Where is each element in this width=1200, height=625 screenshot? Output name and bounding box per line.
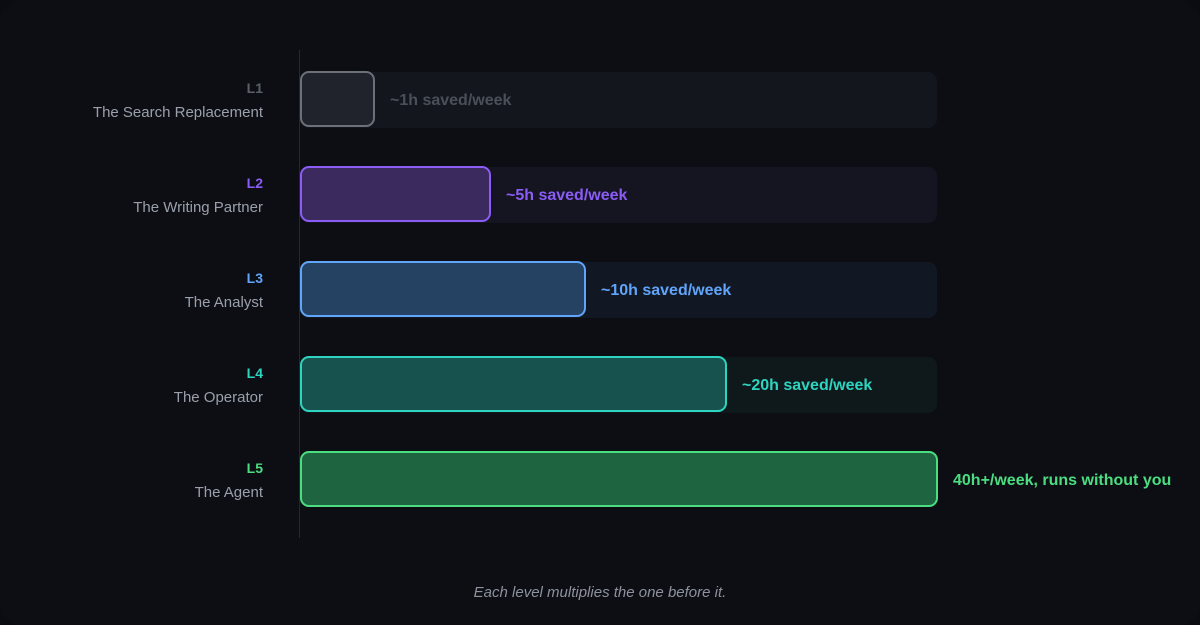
category-label: L1 The Search Replacement — [3, 79, 263, 123]
category-label: L5 The Agent — [3, 459, 263, 503]
bar-row-l3: L3 The Analyst ~10h saved/week — [0, 261, 1200, 319]
footnote: Each level multiplies the one before it. — [473, 584, 727, 601]
level-code: L2 — [246, 175, 263, 191]
level-name: The Search Replacement — [92, 104, 263, 121]
value-label: ~1h saved/week — [390, 92, 512, 109]
bar-l3 — [300, 261, 586, 317]
level-code: L4 — [246, 365, 263, 381]
level-name: The Writing Partner — [133, 199, 263, 216]
level-code: L3 — [246, 270, 263, 286]
value-label: 40h+/week, runs without you — [953, 472, 1172, 489]
level-name: The Analyst — [184, 294, 263, 311]
category-label: L4 The Operator — [3, 364, 263, 408]
level-code: L1 — [246, 80, 263, 96]
value-label: ~5h saved/week — [506, 187, 628, 204]
level-name: The Agent — [194, 484, 263, 501]
value-label: ~10h saved/week — [601, 282, 732, 299]
bar-l5 — [300, 451, 938, 507]
level-name: The Operator — [173, 389, 263, 406]
level-code: L5 — [246, 460, 263, 476]
bar-row-l1: L1 The Search Replacement ~1h saved/week — [0, 71, 1200, 129]
bar-row-l4: L4 The Operator ~20h saved/week — [0, 356, 1200, 414]
bar-row-l5: L5 The Agent 40h+/week, runs without you — [0, 451, 1200, 509]
bar-l4 — [300, 356, 727, 412]
bar-row-l2: L2 The Writing Partner ~5h saved/week — [0, 166, 1200, 224]
category-label: L2 The Writing Partner — [3, 174, 263, 218]
category-label: L3 The Analyst — [3, 269, 263, 313]
chart-frame: L1 The Search Replacement ~1h saved/week L2… — [0, 0, 1200, 625]
value-label: ~20h saved/week — [742, 377, 873, 394]
bar-l2 — [300, 166, 491, 222]
bar-l1 — [300, 71, 375, 127]
